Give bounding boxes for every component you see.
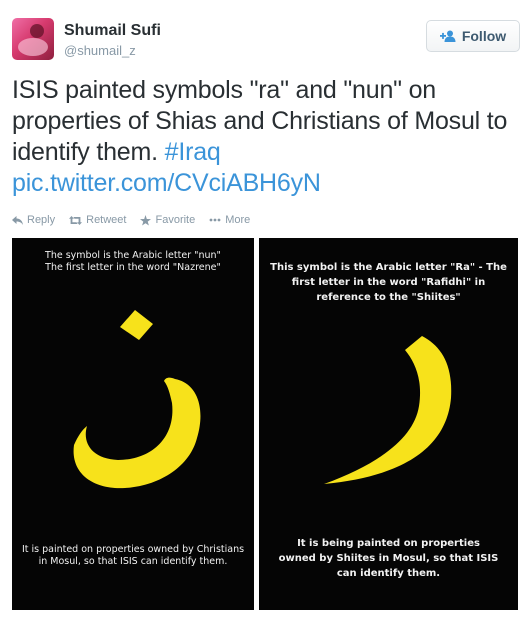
retweet-label: Retweet: [86, 214, 127, 226]
caption-line: It is painted on properties owned by Chr…: [21, 544, 245, 555]
avatar[interactable]: [12, 18, 54, 60]
caption-line: in Mosul, so that ISIS can identify them…: [38, 556, 228, 567]
media-panel-ra[interactable]: This symbol is the Arabic letter "Ra" - …: [259, 238, 518, 610]
caption-line: owned by Shiites in Mosul, so that ISIS: [278, 553, 499, 564]
more-action[interactable]: More: [209, 214, 250, 226]
tweet-card: Shumail Sufi @shumail_z Follow ISIS pain…: [0, 0, 530, 622]
caption-line: It is being painted on properties: [297, 538, 480, 549]
more-label: More: [225, 214, 251, 226]
media-link[interactable]: pic.twitter.com/CVciABH6yN: [12, 169, 321, 197]
star-icon: [140, 214, 152, 226]
nun-caption-bottom: It is painted on properties owned by Chr…: [12, 544, 254, 568]
hashtag-link[interactable]: #Iraq: [165, 138, 221, 166]
follow-label: Follow: [461, 28, 507, 44]
tweet-media[interactable]: The symbol is the Arabic letter "nun" Th…: [12, 238, 518, 610]
user-handle[interactable]: @shumail_z: [64, 43, 136, 58]
media-panel-nun[interactable]: The symbol is the Arabic letter "nun" Th…: [12, 238, 254, 610]
tweet-text: ISIS painted symbols "ra" and "nun" on p…: [12, 75, 522, 199]
reply-label: Reply: [27, 214, 56, 226]
favorite-label: Favorite: [155, 214, 196, 226]
display-name[interactable]: Shumail Sufi: [64, 22, 161, 40]
retweet-icon: [69, 215, 83, 225]
tweet-actions: Reply Retweet Favorite More: [12, 214, 250, 226]
caption-line: can identify them.: [336, 568, 441, 579]
add-user-icon: [439, 30, 456, 42]
reply-icon: [12, 215, 23, 225]
tweet-body: ISIS painted symbols "ra" and "nun" on p…: [12, 76, 508, 166]
more-icon: [209, 218, 221, 222]
reply-action[interactable]: Reply: [12, 214, 55, 226]
follow-button[interactable]: Follow: [426, 20, 520, 52]
favorite-action[interactable]: Favorite: [140, 214, 195, 226]
retweet-action[interactable]: Retweet: [69, 214, 126, 226]
ra-caption-bottom: It is being painted on properties owned …: [259, 536, 518, 581]
